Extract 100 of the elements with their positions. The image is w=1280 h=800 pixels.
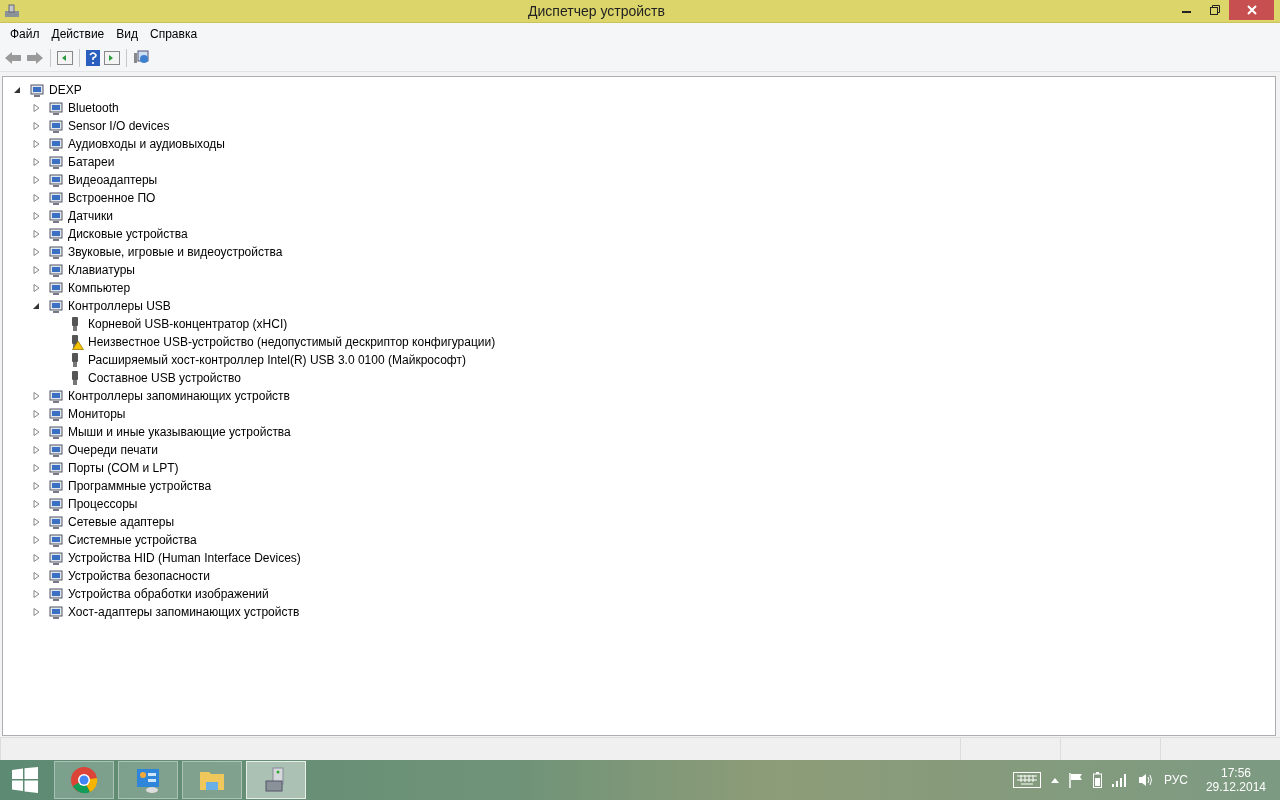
device-icon — [48, 226, 64, 242]
tree-item[interactable]: Контроллеры запоминающих устройств — [68, 389, 290, 403]
device-icon — [48, 424, 64, 440]
computer-app-icon — [4, 3, 20, 19]
tree-item[interactable]: Составное USB устройство — [88, 371, 241, 385]
close-icon — [1246, 5, 1257, 15]
expand-arrow-icon[interactable] — [32, 176, 40, 184]
expand-arrow-icon[interactable] — [32, 410, 40, 418]
device-icon — [48, 442, 64, 458]
tree-item[interactable]: Устройства обработки изображений — [68, 587, 269, 601]
expand-arrow-icon[interactable] — [32, 122, 40, 130]
expand-arrow-icon[interactable] — [32, 536, 40, 544]
expand-arrow-icon[interactable] — [32, 248, 40, 256]
device-icon — [48, 154, 64, 170]
device-icon — [48, 136, 64, 152]
tree-item[interactable]: Контроллеры USB — [68, 299, 171, 313]
action-pane-icon[interactable] — [104, 51, 120, 65]
tree-item[interactable]: Хост-адаптеры запоминающих устройств — [68, 605, 300, 619]
collapse-arrow-icon[interactable] — [32, 302, 40, 310]
forward-arrow-icon[interactable] — [26, 51, 44, 65]
device-icon — [48, 496, 64, 512]
expand-arrow-icon[interactable] — [32, 194, 40, 202]
device-icon — [48, 244, 64, 260]
menu-item[interactable]: Справка — [144, 27, 204, 41]
expand-arrow-icon[interactable] — [32, 518, 40, 526]
expand-arrow-icon[interactable] — [32, 392, 40, 400]
tree-item[interactable]: Устройства безопасности — [68, 569, 210, 583]
tree-item[interactable]: Видеоадаптеры — [68, 173, 158, 187]
device-icon — [48, 514, 64, 530]
tree-item[interactable]: Sensor I/O devices — [68, 119, 170, 133]
help-icon[interactable] — [86, 50, 100, 66]
expand-arrow-icon[interactable] — [32, 608, 40, 616]
expand-arrow-icon[interactable] — [32, 266, 40, 274]
expand-arrow-icon[interactable] — [32, 284, 40, 292]
device-icon — [48, 262, 64, 278]
tree-item[interactable]: Порты (COM и LPT) — [68, 461, 179, 475]
menu-item[interactable]: Действие — [45, 27, 111, 41]
device-icon — [48, 532, 64, 548]
device-icon — [48, 298, 64, 314]
tree-item[interactable]: Процессоры — [68, 497, 138, 511]
back-arrow-icon[interactable] — [4, 51, 22, 65]
speaker-icon[interactable] — [1137, 773, 1154, 787]
flag-icon[interactable] — [1068, 772, 1083, 788]
expand-arrow-icon[interactable] — [32, 428, 40, 436]
tree-item[interactable]: Bluetooth — [68, 101, 119, 115]
tree-item[interactable]: Мониторы — [68, 407, 126, 421]
expand-arrow-icon[interactable] — [32, 230, 40, 238]
device-icon — [48, 478, 64, 494]
device-icon — [48, 550, 64, 566]
tree-item[interactable]: Очереди печати — [68, 443, 159, 457]
scan-hardware-icon[interactable] — [133, 50, 151, 66]
tree-item[interactable]: Расширяемый хост-контроллер Intel(R) USB 3.0 0100 (Майкрософт) — [88, 353, 466, 367]
browser-circle-icon — [70, 766, 98, 794]
signal-bars-icon[interactable] — [1111, 773, 1128, 787]
device-icon — [48, 172, 64, 188]
tree-item[interactable]: DEXP — [49, 83, 82, 97]
device-icon — [48, 406, 64, 422]
device-icon — [48, 280, 64, 296]
expand-arrow-icon[interactable] — [32, 140, 40, 148]
tree-item[interactable]: Сетевые адаптеры — [68, 515, 175, 529]
menu-item[interactable]: Вид — [110, 27, 144, 41]
expand-arrow-icon[interactable] — [32, 104, 40, 112]
expand-arrow-icon[interactable] — [32, 158, 40, 166]
caret-up-icon[interactable] — [1050, 777, 1059, 783]
tree-item[interactable]: Компьютер — [68, 281, 131, 295]
device-icon — [48, 568, 64, 584]
expand-arrow-icon[interactable] — [32, 500, 40, 508]
console-tree-icon[interactable] — [57, 51, 73, 65]
tree-item[interactable]: Дисковые устройства — [68, 227, 188, 241]
tree-item[interactable]: Аудиовходы и аудиовыходы — [68, 137, 225, 151]
expand-arrow-icon[interactable] — [32, 554, 40, 562]
tree-item[interactable]: Датчики — [68, 209, 113, 223]
close-button[interactable] — [1229, 0, 1274, 20]
tree-item[interactable]: Звуковые, игровые и видеоустройства — [68, 245, 283, 259]
clock-date: 29.12.2014 — [1205, 780, 1266, 794]
menu-item[interactable]: Файл — [4, 27, 46, 41]
window-title: Диспетчер устройств — [527, 3, 666, 19]
expand-arrow-icon[interactable] — [32, 212, 40, 220]
tree-item[interactable]: Системные устройства — [68, 533, 197, 547]
tree-item[interactable]: Программные устройства — [68, 479, 212, 493]
expand-arrow-icon[interactable] — [32, 482, 40, 490]
tree-item[interactable]: Батареи — [68, 155, 115, 169]
expand-arrow-icon[interactable] — [32, 572, 40, 580]
device-icon — [48, 460, 64, 476]
tree-item[interactable]: Встроенное ПО — [68, 191, 156, 205]
battery-icon[interactable] — [1092, 772, 1102, 788]
tree-item[interactable]: Неизвестное USB-устройство (недопустимый дескриптор конфигурации) — [88, 335, 496, 349]
tree-item[interactable]: Мыши и иные указывающие устройства — [68, 425, 291, 439]
collapse-arrow-icon[interactable] — [13, 86, 21, 94]
expand-arrow-icon[interactable] — [32, 590, 40, 598]
tree-item[interactable]: Клавиатуры — [68, 263, 135, 277]
tree-item[interactable]: Корневой USB-концентратор (xHCI) — [88, 317, 288, 331]
taskbar-app-button[interactable] — [246, 761, 306, 799]
clock-time: 17:56 — [1220, 766, 1251, 780]
expand-arrow-icon[interactable] — [32, 446, 40, 454]
expand-arrow-icon[interactable] — [32, 464, 40, 472]
tree-item[interactable]: Устройства HID (Human Interface Devices) — [68, 551, 301, 565]
device-icon — [48, 208, 64, 224]
device-icon — [48, 388, 64, 404]
keyboard-icon[interactable] — [1012, 772, 1041, 788]
